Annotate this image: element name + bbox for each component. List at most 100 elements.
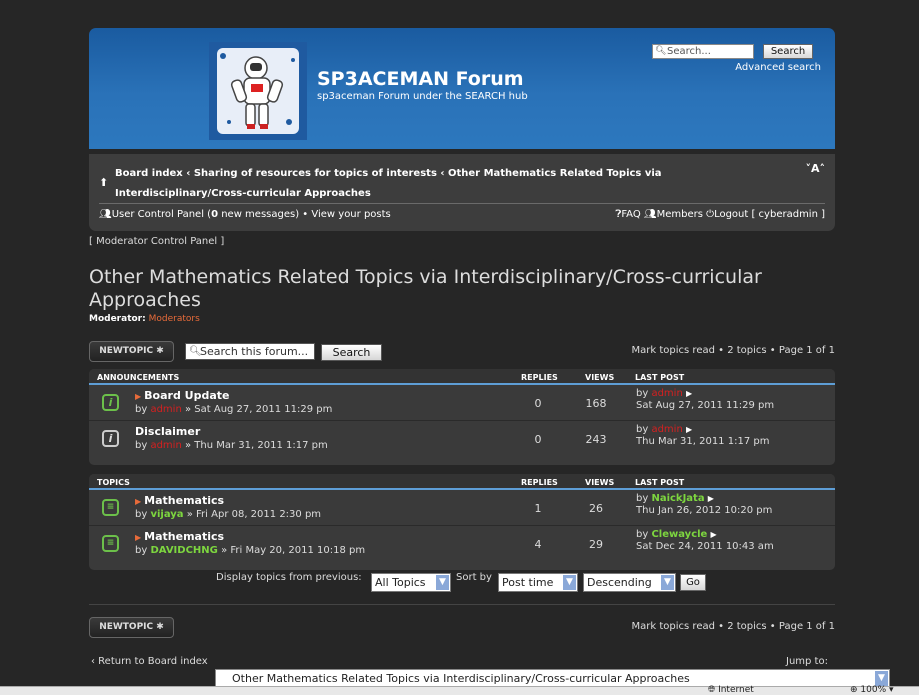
views-count: 26 (589, 502, 603, 515)
site-header: SP3ACEMAN Forum sp3aceman Forum under th… (89, 28, 835, 149)
sort-label: Sort by (456, 572, 492, 583)
return-to-board-link[interactable]: ‹ Return to Board index (91, 656, 208, 667)
divider (89, 604, 835, 605)
table-row[interactable]: i ▶ Board Update by admin » Sat Aug 27, 2… (89, 385, 835, 421)
header-search-placeholder: Search... (667, 46, 711, 57)
views-header: VIEWS (585, 478, 615, 487)
topic-title[interactable]: ▶ Mathematics (135, 494, 224, 507)
header-search-button[interactable]: Search (763, 44, 813, 59)
announcements-title: ANNOUNCEMENTS (97, 373, 180, 382)
pagination-bottom[interactable]: Mark topics read • 2 topics • Page 1 of … (632, 621, 835, 632)
author-link[interactable]: DAVIDCHNG (150, 545, 217, 556)
views-count: 243 (585, 433, 607, 446)
topic-title[interactable]: Disclaimer (135, 425, 200, 438)
topic-title[interactable]: ▶ Board Update (135, 389, 229, 402)
author-link[interactable]: admin (150, 404, 181, 415)
last-post-by: by admin ▶ (636, 424, 693, 435)
new-topic-button-bottom[interactable]: NEWTOPIC ✱ (89, 617, 174, 638)
sort-order-select[interactable]: Descending ▼ (583, 573, 676, 592)
last-post-date: Thu Jan 26, 2012 10:20 pm (636, 505, 773, 516)
table-row[interactable]: i Disclaimer by admin » Thu Mar 31, 2011… (89, 421, 835, 457)
display-options-label: Display topics from previous: (216, 572, 362, 583)
advanced-search-link[interactable]: Advanced search (735, 62, 821, 73)
replies-count: 0 (534, 433, 542, 446)
ucp-link[interactable]: User Control Panel ( (112, 209, 211, 220)
forum-search-input[interactable]: 🔍︎ Search this forum... (185, 343, 315, 360)
navbar: ⬆ Board index ‹ Sharing of resources for… (89, 154, 835, 231)
topic-title[interactable]: ▶ Mathematics (135, 530, 224, 543)
forum-wrap: SP3ACEMAN Forum sp3aceman Forum under th… (89, 28, 835, 231)
user-control-panel-links: 👥︎User Control Panel (0 new messages) • … (99, 209, 391, 220)
view-latest-post-icon[interactable]: ▶ (708, 494, 714, 503)
replies-count: 1 (534, 502, 542, 515)
new-messages-count[interactable]: 0 (211, 209, 218, 220)
new-topic-button[interactable]: NEWTOPIC ✱ (89, 341, 174, 362)
zoom-level[interactable]: ⊕ 100% ▾ (850, 685, 894, 695)
view-latest-post-icon[interactable]: ▶ (686, 425, 692, 434)
chevron-down-icon: ▼ (875, 671, 888, 686)
ucp-suffix[interactable]: new messages) • View your posts (218, 209, 391, 220)
chevron-down-icon: ▼ (436, 575, 449, 590)
pagination-top[interactable]: Mark topics read • 2 topics • Page 1 of … (632, 345, 835, 356)
site-description: sp3aceman Forum under the SEARCH hub (317, 91, 528, 102)
topic-byline: by vijaya » Fri Apr 08, 2011 2:30 pm (135, 509, 322, 520)
table-row[interactable]: ≡ ▶ Mathematics by DAVIDCHNG » Fri May 20… (89, 526, 835, 562)
sort-key-select[interactable]: Post time ▼ (498, 573, 578, 592)
right-nav-links: ❓︎FAQ 👥︎Members ⏻Logout [ cyberadmin ] (615, 209, 825, 220)
members-link[interactable]: Members (657, 209, 703, 220)
last-post-date: Sat Aug 27, 2011 11:29 pm (636, 400, 775, 411)
replies-count: 4 (534, 538, 542, 551)
chevron-down-icon: ▼ (563, 575, 576, 590)
author-link[interactable]: admin (150, 440, 181, 451)
moderator-control-panel-link[interactable]: [ Moderator Control Panel ] (89, 236, 224, 247)
flag-icon: ▶ (135, 533, 142, 542)
astronaut-logo-icon[interactable] (209, 42, 307, 140)
forum-search-placeholder: Search this forum... (200, 345, 309, 358)
table-row[interactable]: ≡ ▶ Mathematics by vijaya » Fri Apr 08, 2… (89, 490, 835, 526)
page-title[interactable]: Other Mathematics Related Topics via Int… (89, 266, 789, 312)
moderators-link[interactable]: Moderators (149, 314, 200, 324)
go-button[interactable]: Go (680, 574, 706, 591)
last-post-author[interactable]: admin (651, 424, 682, 435)
replies-count: 0 (534, 397, 542, 410)
moderator-line: Moderator: Moderators (89, 314, 200, 324)
flag-icon: ▶ (135, 392, 142, 401)
last-post-header: LAST POST (635, 373, 685, 382)
views-count: 29 (589, 538, 603, 551)
last-post-author[interactable]: admin (651, 388, 682, 399)
internet-zone: 🌐︎ Internet (708, 685, 754, 695)
forum-search-button[interactable]: Search (321, 344, 382, 361)
topic-byline: by DAVIDCHNG » Fri May 20, 2011 10:18 pm (135, 545, 366, 556)
moderator-label: Moderator: (89, 314, 146, 324)
header-search-input[interactable]: 🔍︎ Search... (652, 44, 754, 59)
last-post-date: Thu Mar 31, 2011 1:17 pm (636, 436, 770, 447)
search-icon: 🔍︎ (189, 346, 202, 357)
home-arrow-icon[interactable]: ⬆ (99, 176, 108, 189)
site-title[interactable]: SP3ACEMAN Forum (317, 68, 524, 90)
topics-title: TOPICS (97, 478, 130, 487)
logout-link[interactable]: Logout [ cyberadmin ] (714, 209, 825, 220)
page-viewport: SP3ACEMAN Forum sp3aceman Forum under th… (0, 0, 919, 686)
breadcrumb-line-1[interactable]: Board index ‹ Sharing of resources for t… (115, 164, 735, 184)
period-select[interactable]: All Topics ▼ (371, 573, 451, 592)
breadcrumb[interactable]: Board index ‹ Sharing of resources for t… (115, 164, 735, 204)
topic-unread-icon: ≡ (102, 535, 119, 552)
announcement-read-icon: i (102, 430, 119, 447)
members-list-icon: 👥︎ (643, 209, 657, 220)
navbar-divider (99, 203, 825, 204)
view-latest-post-icon[interactable]: ▶ (711, 530, 717, 539)
last-post-by: by Clewaycle ▶ (636, 529, 717, 540)
last-post-by: by NaickJata ▶ (636, 493, 714, 504)
topics-table: TOPICS REPLIES VIEWS LAST POST ≡ ▶ Mathem… (89, 474, 835, 570)
breadcrumb-line-2[interactable]: Interdisciplinary/Cross-curricular Appro… (115, 184, 735, 204)
author-link[interactable]: vijaya (150, 509, 183, 520)
jump-to-select[interactable]: Other Mathematics Related Topics via Int… (215, 669, 890, 686)
announcements-table: ANNOUNCEMENTS REPLIES VIEWS LAST POST i … (89, 369, 835, 465)
last-post-author[interactable]: Clewaycle (651, 529, 707, 540)
font-size-toggle[interactable]: ˅A˄ (805, 162, 825, 175)
view-latest-post-icon[interactable]: ▶ (686, 389, 692, 398)
last-post-author[interactable]: NaickJata (651, 493, 704, 504)
last-post-by: by admin ▶ (636, 388, 693, 399)
faq-link[interactable]: FAQ (621, 209, 640, 220)
topic-unread-icon: ≡ (102, 499, 119, 516)
